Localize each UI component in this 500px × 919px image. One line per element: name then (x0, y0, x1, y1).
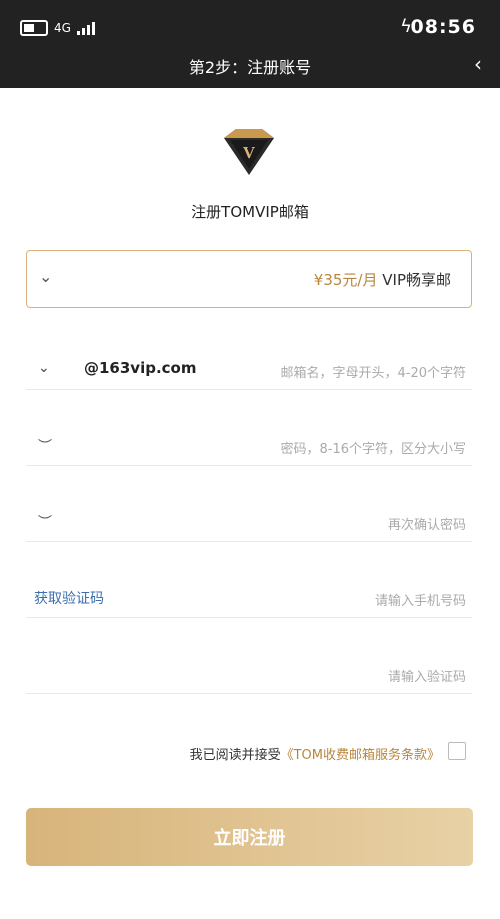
get-code-button[interactable]: 获取验证码 (34, 588, 104, 608)
terms-link[interactable]: 《TOM收费邮箱服务条款》 (281, 748, 440, 763)
top-bar: 4G ϟ 08:56 第2步：注册账号 ‹ (0, 0, 500, 88)
plan-label: ¥35元/月 VIP畅享邮 (314, 269, 451, 290)
brand-title: 注册TOMVIP邮箱 (191, 203, 309, 221)
status-time: 08:56 (410, 16, 476, 38)
plan-name: VIP畅享邮 (382, 271, 451, 289)
agreement-label: 我已阅读并接受 (189, 748, 281, 763)
domain-chevron-icon[interactable]: ⌄ (38, 360, 50, 376)
plan-select[interactable]: ⌄ ¥35元/月 VIP畅享邮 (26, 250, 472, 308)
back-icon[interactable]: ‹ (474, 52, 482, 76)
page-title: 第2步：注册账号 (188, 58, 312, 77)
plan-price: ¥35元/月 (313, 271, 378, 289)
agree-checkbox[interactable] (448, 742, 466, 760)
status-indicators: 4G (20, 20, 95, 36)
signal-icon (76, 21, 95, 35)
register-button[interactable]: 立即注册 (26, 808, 473, 866)
confirm-password-row: ︶ 再次确认密码 (26, 500, 472, 542)
network-type: 4G (54, 21, 71, 35)
eye-closed-icon[interactable]: ︶ (38, 512, 52, 532)
password-row: ︶ 密码，8-16个字符，区分大小写 (26, 424, 472, 466)
username-row: ⌄ @163vip.com 邮箱名，字母开头，4-20个字符 (26, 348, 472, 390)
chevron-down-icon: ⌄ (39, 267, 53, 286)
phone-row: 获取验证码 请输入手机号码 (26, 576, 472, 618)
logo-letter: V (243, 143, 256, 162)
agreement-text: 我已阅读并接受《TOM收费邮箱服务条款》 (190, 744, 440, 763)
battery-icon (20, 20, 48, 36)
phone-input[interactable]: 请输入手机号码 (375, 590, 466, 609)
code-input[interactable]: 请输入验证码 (388, 666, 466, 685)
eye-closed-icon[interactable]: ︶ (38, 436, 52, 456)
code-row: 请输入验证码 (26, 652, 472, 694)
password-input[interactable]: 密码，8-16个字符，区分大小写 (280, 438, 466, 457)
confirm-password-input[interactable]: 再次确认密码 (388, 514, 466, 533)
domain-select[interactable]: @163vip.com (84, 359, 197, 377)
vip-logo: V (224, 129, 274, 175)
username-input[interactable]: 邮箱名，字母开头，4-20个字符 (280, 362, 466, 381)
